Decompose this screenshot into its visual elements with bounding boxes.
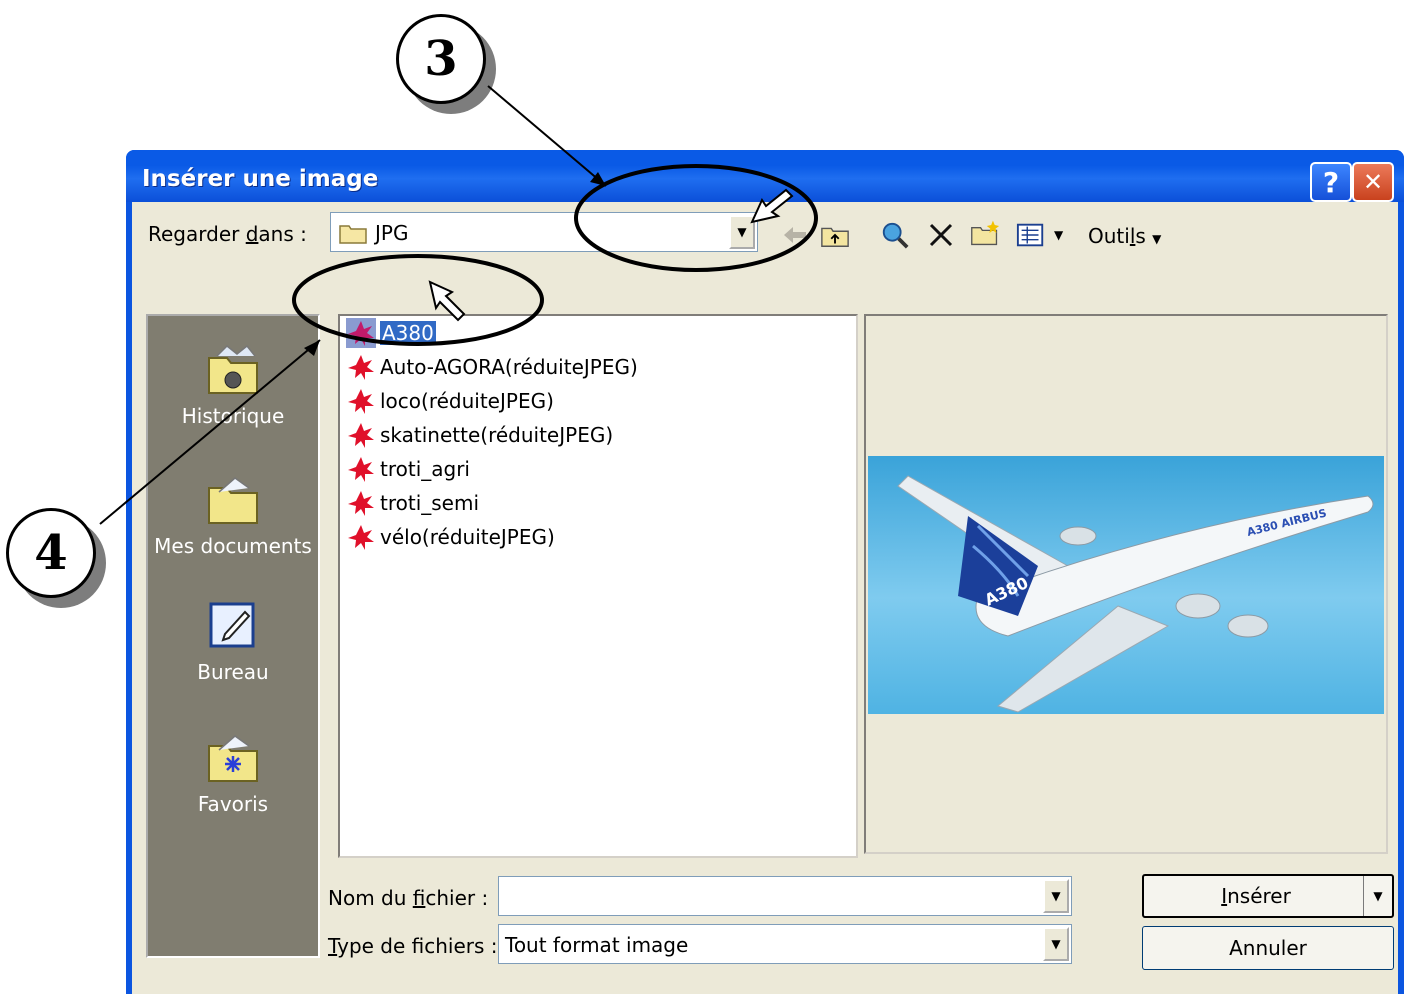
ellipse-dropdown xyxy=(574,164,818,272)
arrow-4-line xyxy=(99,339,321,525)
cursor-arrow-a380 xyxy=(428,280,466,322)
annotation-overlay xyxy=(99,85,818,525)
ellipse-a380 xyxy=(292,254,544,346)
cursor-arrow-dropdown xyxy=(750,188,794,224)
arrow-4-head xyxy=(304,340,320,356)
arrow-3-line xyxy=(487,85,607,187)
